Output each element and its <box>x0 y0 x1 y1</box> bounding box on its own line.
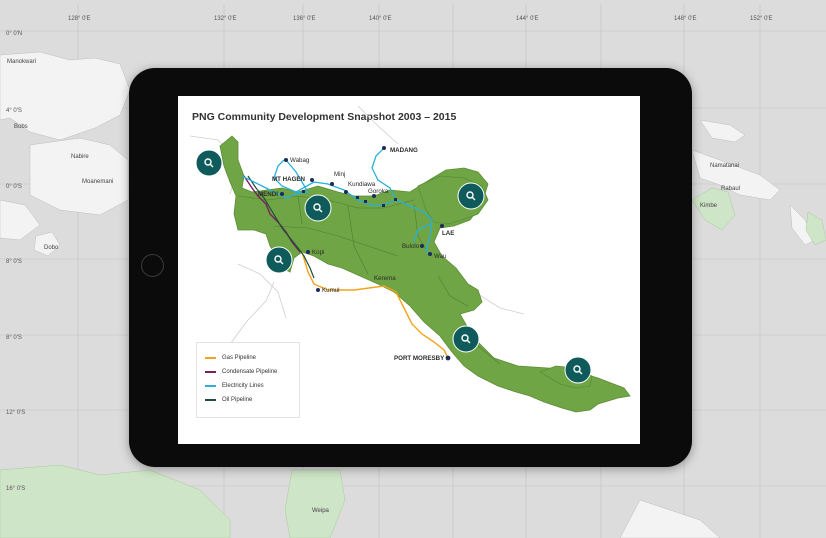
substation-marker <box>382 204 385 207</box>
town-marker-kumul <box>316 288 320 292</box>
label-mendi: MENDI <box>258 191 278 198</box>
latitude-label: 16° 0'S <box>6 486 25 492</box>
place-label-dobo: Dobo <box>44 245 59 251</box>
town-marker-wabag <box>284 158 288 162</box>
map-legend: Gas Pipeline Condensate Pipeline Electri… <box>196 342 300 418</box>
substation-marker <box>356 196 359 199</box>
tablet-screen: PNG Community Development Snapshot 2003 … <box>178 96 640 444</box>
latitude-label: 8° 0'S <box>6 259 22 265</box>
label-bulolo: Bulolo <box>402 243 420 250</box>
legend-item-oil-pipeline: Oil Pipeline <box>205 395 252 405</box>
longitude-label: 132° 0'E <box>214 16 237 22</box>
legend-item-electricity-lines: Electricity Lines <box>205 381 264 391</box>
legend-swatch <box>205 399 216 401</box>
home-button[interactable] <box>141 254 164 277</box>
town-marker-minj <box>330 182 334 186</box>
label-mt-hagen: MT HAGEN <box>272 176 306 183</box>
legend-swatch <box>205 371 216 373</box>
label-kerema: Kerema <box>374 275 396 282</box>
search-pin[interactable] <box>304 194 332 222</box>
town-marker-wau <box>428 252 432 256</box>
legend-item-condensate-pipeline: Condensate Pipeline <box>205 367 277 377</box>
latitude-label: 0° 0'S <box>6 184 22 190</box>
longitude-label: 136° 0'E <box>293 16 316 22</box>
label-goroka: Goroka <box>368 188 389 195</box>
search-pin[interactable] <box>564 356 592 384</box>
latitude-label: 4° 0'S <box>6 108 22 114</box>
longitude-label: 140° 0'E <box>369 16 392 22</box>
legend-swatch <box>205 357 216 359</box>
substation-marker <box>302 190 305 193</box>
label-wau: Wau <box>434 253 447 260</box>
longitude-label: 148° 0'E <box>674 16 697 22</box>
label-wabag: Wabag <box>290 157 310 164</box>
town-marker-mendi <box>280 192 284 196</box>
search-pin[interactable] <box>195 149 223 177</box>
legend-label: Condensate Pipeline <box>222 369 278 375</box>
substation-marker <box>394 198 397 201</box>
place-label-kimbe: Kimbe <box>700 203 718 209</box>
substation-marker <box>364 200 367 203</box>
search-pin[interactable] <box>457 182 485 210</box>
town-marker-kundiawa <box>344 190 348 194</box>
town-marker-lae <box>440 224 444 228</box>
place-label-rabaul: Rabaul <box>721 186 740 192</box>
longitude-label: 144° 0'E <box>516 16 539 22</box>
label-port-moresby: PORT MORESBY <box>394 355 445 362</box>
legend-label: Oil Pipeline <box>222 397 253 403</box>
place-label-moanemani: Moanemani <box>82 179 113 185</box>
legend-label: Electricity Lines <box>222 383 264 389</box>
legend-swatch <box>205 385 216 387</box>
label-minj: Minj <box>334 171 345 178</box>
longitude-label: 152° 0'E <box>750 16 773 22</box>
legend-label: Gas Pipeline <box>222 355 257 361</box>
town-marker-madang <box>382 146 386 150</box>
town-marker-kopi <box>306 250 310 254</box>
search-pin[interactable] <box>265 246 293 274</box>
place-label-weipa: Weipa <box>312 508 330 514</box>
label-madang: MADANG <box>390 147 418 154</box>
search-pin[interactable] <box>452 325 480 353</box>
label-kumul: Kumul <box>322 287 340 294</box>
town-marker-mt-hagen <box>310 178 314 182</box>
longitude-label: 128° 0'E <box>68 16 91 22</box>
label-kopi: Kopi <box>312 249 324 256</box>
town-marker-bulolo <box>420 244 424 248</box>
latitude-label: 8° 0'S <box>6 335 22 341</box>
place-label-bobs: Bobs <box>14 124 28 130</box>
legend-item-gas-pipeline: Gas Pipeline <box>205 353 256 363</box>
latitude-label: 12° 0'S <box>6 410 25 416</box>
label-kundiawa: Kundiawa <box>348 181 376 188</box>
label-lae: LAE <box>442 230 454 237</box>
place-label-nabire: Nabire <box>71 154 89 160</box>
town-marker-port-moresby <box>445 355 451 361</box>
place-label-namatanai: Namatanai <box>710 163 739 169</box>
latitude-label: 0° 0'N <box>6 31 22 37</box>
scene: 128° 0'E 132° 0'E 136° 0'E 140° 0'E 144°… <box>0 0 826 538</box>
place-label-manokwari: Manokwari <box>7 59 36 65</box>
